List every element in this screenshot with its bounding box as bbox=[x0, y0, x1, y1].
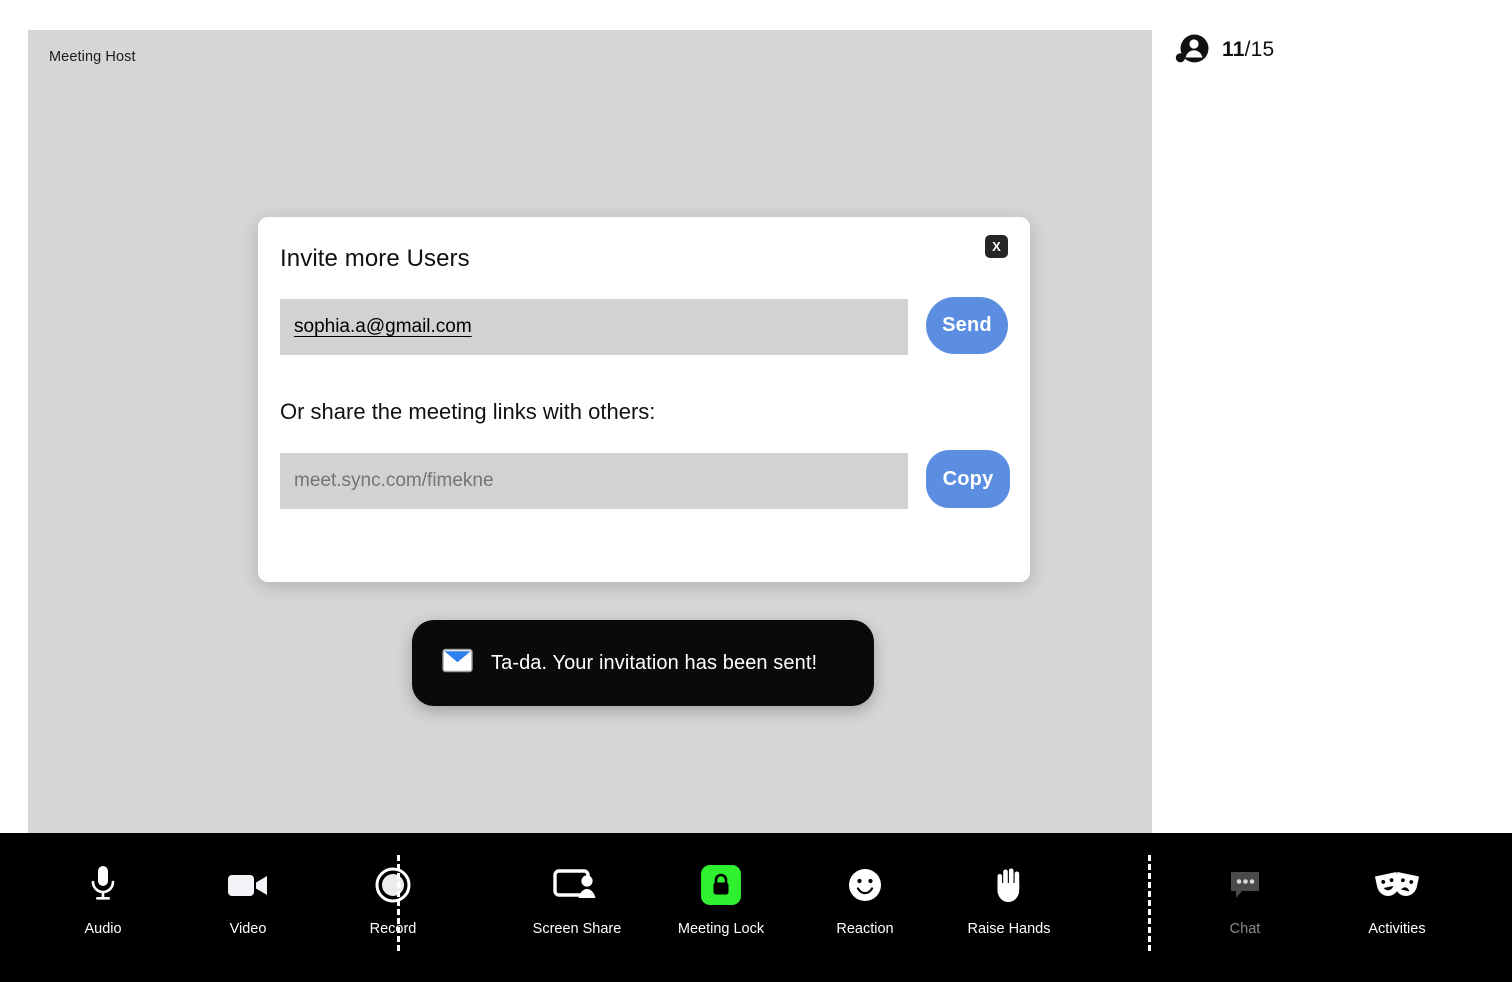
host-name-label: Meeting Host bbox=[49, 49, 136, 65]
toast-message: Ta-da. Your invitation has been sent! bbox=[491, 651, 818, 674]
toolbar-divider bbox=[397, 855, 400, 951]
video-label: Video bbox=[229, 921, 267, 937]
more-button[interactable]: More bbox=[1494, 861, 1512, 937]
hand-icon bbox=[993, 861, 1025, 909]
video-button[interactable]: Video bbox=[193, 861, 303, 937]
close-icon[interactable]: X bbox=[985, 235, 1008, 258]
participant-count-total: /15 bbox=[1244, 38, 1275, 61]
participant-count-current: 11 bbox=[1222, 38, 1245, 61]
participant-count-badge: 11/15 bbox=[1174, 32, 1274, 68]
email-input[interactable] bbox=[280, 299, 908, 355]
meeting-link-input[interactable] bbox=[280, 453, 908, 509]
chat-bubble-icon bbox=[1228, 861, 1262, 909]
screen-share-button[interactable]: Screen Share bbox=[522, 861, 632, 937]
meeting-lock-button[interactable]: Meeting Lock bbox=[666, 861, 776, 937]
activities-label: Activities bbox=[1368, 921, 1426, 937]
participants-panel: 11/15 Participant 1 Participant 2 Partic… bbox=[1152, 0, 1512, 833]
participants-header: 11/15 bbox=[1152, 0, 1512, 78]
video-camera-icon bbox=[227, 861, 269, 909]
toolbar-group-media: Audio Video Record bbox=[48, 861, 448, 937]
invite-email-row: Send bbox=[280, 297, 1008, 355]
microphone-icon bbox=[89, 861, 117, 909]
theater-masks-icon bbox=[1374, 861, 1420, 909]
screen-share-icon bbox=[553, 861, 601, 909]
dialog-title: Invite more Users bbox=[280, 245, 470, 272]
envelope-icon bbox=[442, 648, 473, 678]
invitation-sent-toast: Ta-da. Your invitation has been sent! bbox=[412, 620, 874, 706]
screen-share-label: Screen Share bbox=[532, 921, 622, 937]
lock-icon bbox=[701, 861, 741, 909]
meeting-toolbar: Audio Video Record Screen Share Meeting … bbox=[0, 833, 1512, 982]
raise-hands-label: Raise Hands bbox=[967, 921, 1051, 937]
reaction-label: Reaction bbox=[836, 921, 894, 937]
audio-label: Audio bbox=[84, 921, 122, 937]
share-link-label: Or share the meeting links with others: bbox=[280, 399, 656, 424]
copy-button[interactable]: Copy bbox=[926, 450, 1010, 508]
audio-button[interactable]: Audio bbox=[48, 861, 158, 937]
activities-button[interactable]: Activities bbox=[1342, 861, 1452, 937]
record-icon bbox=[375, 861, 411, 909]
meeting-link-row: Copy bbox=[280, 450, 1010, 509]
invite-users-dialog: X Invite more Users Send Or share the me… bbox=[258, 217, 1030, 582]
chat-label: Chat bbox=[1229, 921, 1261, 937]
toolbar-group-extras: Chat Activities bbox=[1190, 861, 1512, 937]
people-icon bbox=[1174, 32, 1210, 68]
chat-button[interactable]: Chat bbox=[1190, 861, 1300, 937]
toolbar-group-meeting: Screen Share Meeting Lock Reaction Raise… bbox=[522, 861, 1064, 937]
record-label: Record bbox=[369, 921, 417, 937]
reaction-button[interactable]: Reaction bbox=[810, 861, 920, 937]
smiley-icon bbox=[848, 861, 882, 909]
meeting-lock-label: Meeting Lock bbox=[677, 921, 765, 937]
record-button[interactable]: Record bbox=[338, 861, 448, 937]
meeting-app-window: Meeting Host 11/15 X Invite more Users s… bbox=[0, 0, 1512, 982]
send-button[interactable]: Send bbox=[926, 297, 1008, 354]
toolbar-divider bbox=[1148, 855, 1151, 951]
raise-hands-button[interactable]: Raise Hands bbox=[954, 861, 1064, 937]
participant-count: 11/15 bbox=[1222, 38, 1274, 62]
